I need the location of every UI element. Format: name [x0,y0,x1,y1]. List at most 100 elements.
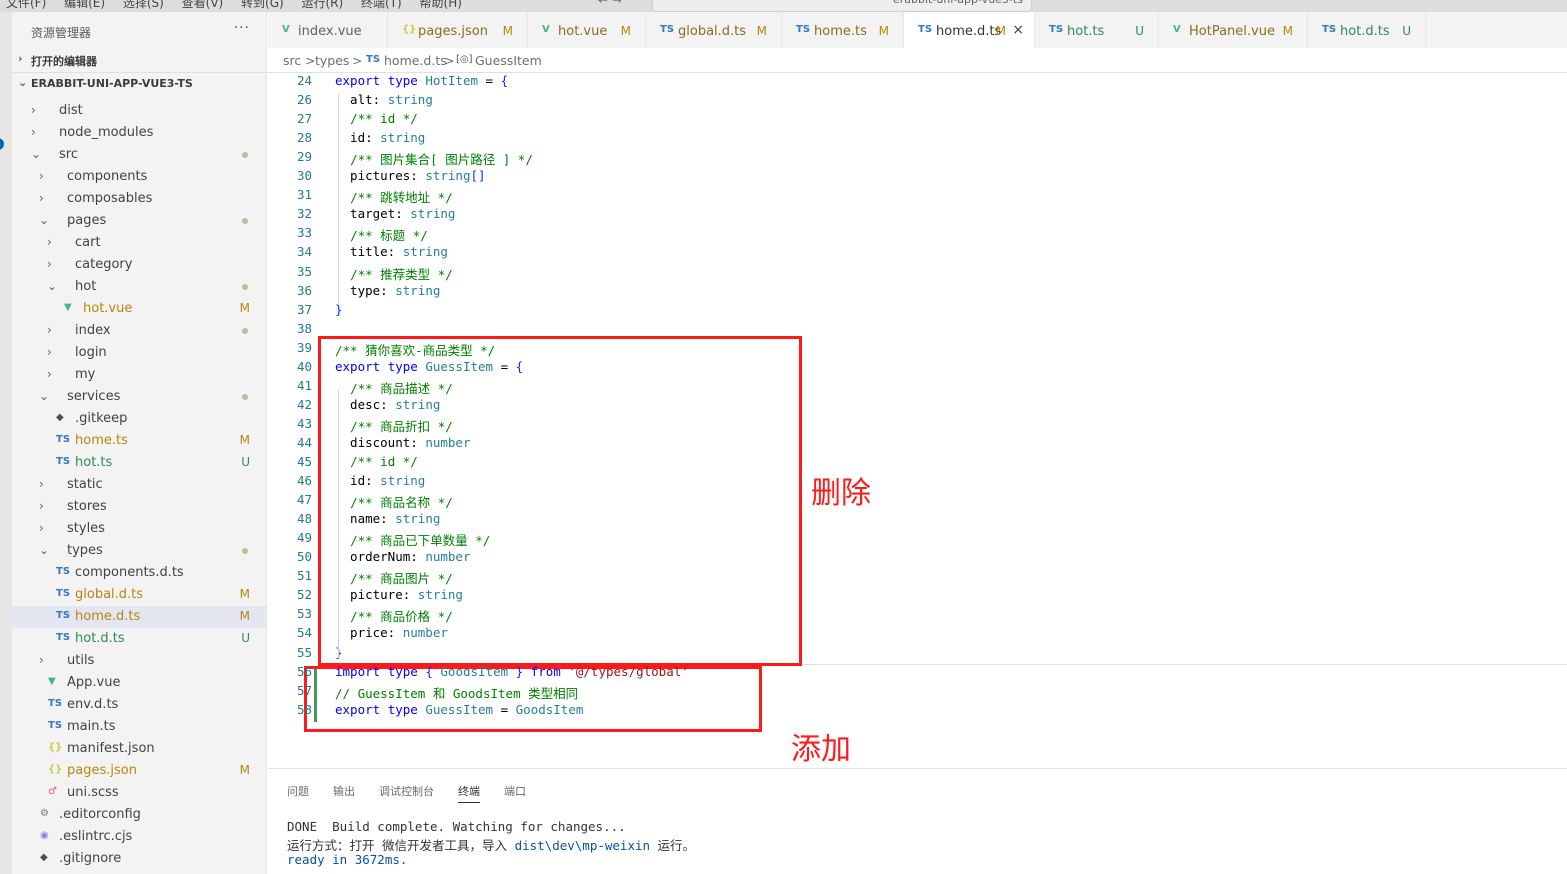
tree-item[interactable]: ♂ uni.scss [12,782,267,804]
editor-tab[interactable]: TS hot.d.ts U [1308,12,1426,48]
git-status-badge: M [239,301,250,315]
tree-item[interactable]: TS hot.d.ts U [12,628,267,650]
tree-item[interactable]: › components [12,166,267,188]
code-line[interactable]: /** 跳转地址 */ [335,187,453,206]
code-line[interactable]: export type GuessItem = { [335,359,523,374]
code-line[interactable]: desc: string [335,397,440,412]
tree-item[interactable]: › styles [12,518,267,540]
tree-item[interactable]: ◆ .gitignore [12,848,267,870]
code-line[interactable]: /** 推荐类型 */ [335,264,453,283]
code-line[interactable]: export type HotItem = { [335,73,508,88]
code-line[interactable]: /** 猜你喜欢-商品类型 */ [335,340,495,359]
code-line[interactable]: id: string [335,130,425,145]
tab-label: pages.json [418,24,488,39]
breadcrumb-src[interactable]: src [283,53,301,68]
panel-tab-ports[interactable]: 端口 [504,783,526,799]
tree-item[interactable]: › cart [12,232,267,254]
code-line[interactable]: id: string [335,473,425,488]
panel-tab-terminal[interactable]: 终端 [458,783,480,803]
tree-item[interactable]: ◆ .gitkeep [12,408,267,430]
tree-item[interactable]: ⌄ services [12,386,267,408]
chevron-right-icon: › [39,521,44,535]
code-line[interactable]: /** 商品描述 */ [335,378,453,397]
code-line[interactable]: // GuessItem 和 GoodsItem 类型相同 [335,683,578,702]
editor-tab[interactable]: V HotPanel.vue M [1159,12,1308,48]
tree-item[interactable]: › dist [12,100,267,122]
tree-item[interactable]: › static [12,474,267,496]
git-status-badge: U [241,455,250,469]
tree-item[interactable]: ▼ App.vue [12,672,267,694]
code-line[interactable]: /** id */ [335,454,418,469]
code-line[interactable]: /** 商品折扣 */ [335,416,453,435]
code-line[interactable]: export type GuessItem = GoodsItem [335,702,583,717]
tree-item[interactable]: › node_modules [12,122,267,144]
tree-item[interactable]: ⚙ .editorconfig [12,804,267,826]
tree-item[interactable]: › utils [12,650,267,672]
tree-item[interactable]: TS home.d.ts M [12,606,267,628]
tree-item[interactable]: ◉ .eslintrc.cjs [12,826,267,848]
editor-tab[interactable]: Vindex.vue [268,12,388,48]
tree-item[interactable]: ⌄ src [12,144,267,166]
breadcrumb-file[interactable]: home.d.ts [384,53,447,68]
terminal-path-link[interactable]: dist\dev\mp-weixin [515,838,650,853]
breadcrumb-types[interactable]: types [315,53,349,68]
tree-item[interactable]: TS main.ts [12,716,267,738]
close-tab-icon[interactable]: × [1012,22,1024,38]
breadcrumb-symbol[interactable]: GuessItem [475,53,542,68]
tree-item[interactable]: › category [12,254,267,276]
tree-item[interactable]: TS hot.ts U [12,452,267,474]
tree-item[interactable]: › composables [12,188,267,210]
code-line[interactable]: name: string [335,511,440,526]
editor-tab[interactable]: TS home.d.ts M × [904,12,1035,48]
more-actions-icon[interactable]: ··· [234,20,250,36]
tree-item[interactable]: ⌄ types [12,540,267,562]
code-line[interactable]: title: string [335,244,448,259]
tree-item[interactable]: ⌄ hot [12,276,267,298]
code-editor[interactable]: 删除 添加 24 export type HotItem = {26 alt: s… [268,72,1567,768]
tree-item[interactable]: TS components.d.ts [12,562,267,584]
tree-item[interactable]: ▼ hot.vue M [12,298,267,320]
tab-status-badge: U [1402,24,1411,38]
code-line[interactable]: target: string [335,206,455,221]
editor-tab[interactable]: TS hot.ts U [1035,12,1159,48]
tree-item[interactable]: {} manifest.json [12,738,267,760]
editor-tab[interactable]: TS global.d.ts M [646,12,782,48]
tree-item[interactable]: TS home.ts M [12,430,267,452]
code-line[interactable]: import type { GoodsItem } from '@/types/… [335,664,689,679]
tree-item[interactable]: › login [12,342,267,364]
tree-item[interactable]: › my [12,364,267,386]
code-line[interactable]: /** id */ [335,111,418,126]
code-line[interactable]: /** 图片集合[ 图片路径 ] */ [335,149,533,168]
project-section[interactable]: ⌄ ERABBIT-UNI-APP-VUE3-TS [12,72,267,94]
code-line[interactable]: orderNum: number [335,549,470,564]
code-line[interactable]: /** 标题 */ [335,225,428,244]
tree-item[interactable]: › index [12,320,267,342]
code-line[interactable]: type: string [335,283,440,298]
panel-tab-problems[interactable]: 问题 [287,783,309,799]
panel-tab-output[interactable]: 输出 [333,783,355,799]
code-line[interactable]: picture: string [335,587,463,602]
code-line[interactable]: /** 商品图片 */ [335,568,453,587]
code-line[interactable]: discount: number [335,435,470,450]
code-line[interactable]: price: number [335,625,448,640]
tree-item[interactable]: ⌄ pages [12,210,267,232]
code-line[interactable]: alt: string [335,92,433,107]
tree-item[interactable]: TS global.d.ts M [12,584,267,606]
tree-item[interactable]: TS env.d.ts [12,694,267,716]
editor-tab[interactable]: {} pages.json M [388,12,528,48]
menu-bar[interactable]: 文件(F) 编辑(E) 选择(S) 查看(V) 转到(G) 运行(R) 终端(T… [6,0,462,11]
tree-item[interactable]: {} pages.json M [12,760,267,782]
command-center[interactable]: erabbit-uni-app-vue3-ts [652,0,1032,12]
editor-tab[interactable]: Vhot.vue M [528,12,646,48]
open-editors-section[interactable]: › 打开的编辑器 [12,49,267,71]
editor-tab[interactable]: TS home.ts M [782,12,904,48]
code-line[interactable]: /** 商品价格 */ [335,606,453,625]
tree-item[interactable]: › stores [12,496,267,518]
code-line[interactable]: /** 商品已下单数量 */ [335,530,490,549]
line-number: 51 [296,568,312,584]
code-line[interactable]: /** 商品名称 */ [335,492,453,511]
tree-item-label: .gitkeep [75,411,128,426]
nav-arrows[interactable]: ← → [598,0,622,7]
panel-tab-debug-console[interactable]: 调试控制台 [379,783,434,799]
code-line[interactable]: pictures: string[] [335,168,485,183]
